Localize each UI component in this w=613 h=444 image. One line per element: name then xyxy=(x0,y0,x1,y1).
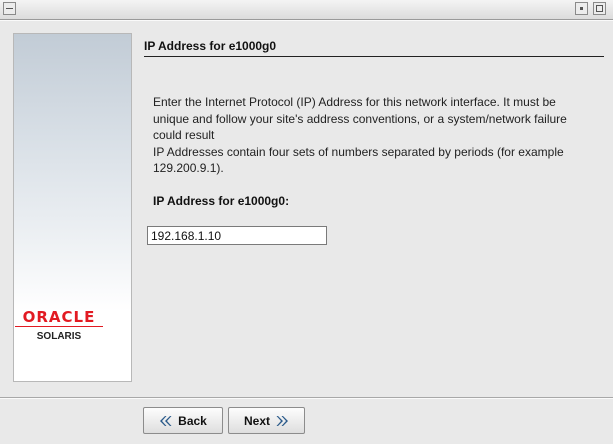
page-title: IP Address for e1000g0 xyxy=(144,39,277,53)
maximize-button[interactable] xyxy=(593,2,606,15)
window-menu-button[interactable] xyxy=(3,2,16,15)
next-button[interactable]: Next xyxy=(228,407,305,434)
oracle-logo: ORACLE xyxy=(22,308,96,326)
description-line: Enter the Internet Protocol (IP) Address… xyxy=(153,95,556,109)
description-line: IP Addresses contain four sets of number… xyxy=(153,144,564,159)
description-line: could result xyxy=(153,128,215,142)
side-panel xyxy=(13,33,132,382)
title-divider xyxy=(144,56,604,57)
ip-address-label: IP Address for e1000g0: xyxy=(153,194,290,208)
ip-address-input[interactable] xyxy=(147,226,327,245)
next-button-label: Next xyxy=(243,413,270,428)
description-line: 129.200.9.1). xyxy=(153,161,224,175)
description-line: unique and follow your site's address co… xyxy=(153,111,567,126)
logo-rule xyxy=(15,326,103,327)
footer-divider-highlight xyxy=(0,398,613,399)
back-button[interactable]: Back xyxy=(143,407,223,434)
minimize-button[interactable] xyxy=(575,2,588,15)
back-button-label: Back xyxy=(178,413,207,428)
titlebar-divider xyxy=(0,20,613,21)
double-chevron-right-icon xyxy=(276,415,288,426)
window-titlebar xyxy=(0,0,613,20)
description-text: Enter the Internet Protocol (IP) Address… xyxy=(153,94,608,177)
double-chevron-left-icon xyxy=(160,415,172,426)
solaris-label: SOLARIS xyxy=(36,331,82,342)
